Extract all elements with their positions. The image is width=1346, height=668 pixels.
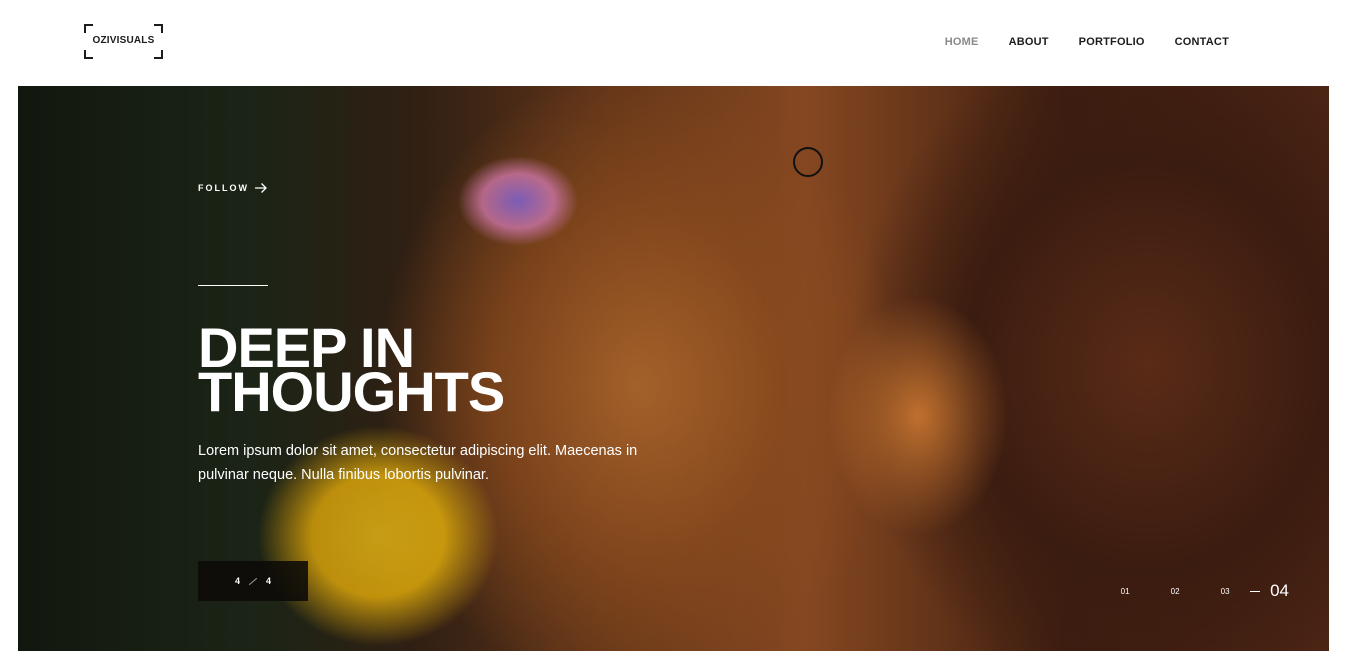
nav-contact[interactable]: CONTACT <box>1175 36 1229 48</box>
follow-link[interactable]: FOLLOW <box>198 182 268 194</box>
logo-corner <box>154 24 163 33</box>
hero-title: DEEP IN THOUGHTS <box>198 320 798 423</box>
follow-label: FOLLOW <box>198 183 249 193</box>
logo-corner <box>84 50 93 59</box>
pager-item-active[interactable]: 04 <box>1270 581 1289 601</box>
arrow-right-icon <box>255 183 267 193</box>
pager-item-01[interactable]: 01 <box>1100 587 1150 596</box>
logo-corner <box>84 24 93 33</box>
slide-counter-separator <box>248 577 258 585</box>
hero-slider: FOLLOW DEEP IN THOUGHTS Lorem ipsum dolo… <box>18 86 1329 651</box>
slide-counter: 4 4 <box>198 561 308 601</box>
cursor-ring <box>793 147 823 177</box>
hero-description: Lorem ipsum dolor sit amet, consectetur … <box>198 443 638 483</box>
nav-about[interactable]: ABOUT <box>1009 36 1049 48</box>
logo-corner <box>154 50 163 59</box>
nav-portfolio[interactable]: PORTFOLIO <box>1079 36 1145 48</box>
nav-home[interactable]: HOME <box>945 36 979 48</box>
logo-text: OZIVISUALS <box>92 35 155 46</box>
pager-active-dash <box>1250 590 1261 592</box>
logo[interactable]: OZIVISUALS <box>84 24 163 59</box>
slide-counter-total: 4 <box>266 576 272 586</box>
pager-item-02[interactable]: 02 <box>1150 587 1200 596</box>
pager-item-03[interactable]: 03 <box>1200 587 1250 596</box>
title-divider <box>198 285 268 286</box>
slide-pager: 01 02 03 04 <box>1100 581 1289 601</box>
hero-title-line2: THOUGHTS <box>198 360 505 423</box>
slide-counter-current: 4 <box>234 576 240 586</box>
main-nav: HOME ABOUT PORTFOLIO CONTACT <box>945 36 1229 48</box>
site-header: OZIVISUALS HOME ABOUT PORTFOLIO CONTACT <box>0 0 1346 86</box>
